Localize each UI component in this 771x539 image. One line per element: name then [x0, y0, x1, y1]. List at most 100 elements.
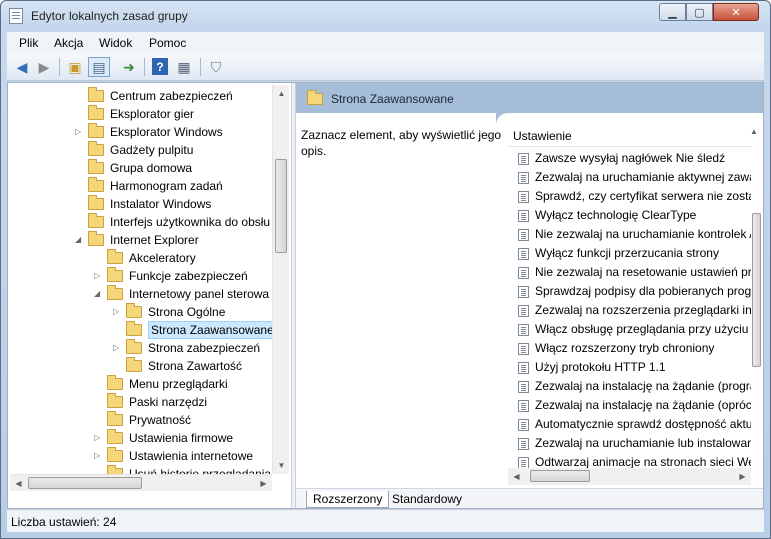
- help-icon[interactable]: ?: [152, 58, 168, 75]
- list-horizontal-scrollbar[interactable]: ◀ ▶: [508, 468, 751, 485]
- tab-standardowy[interactable]: Standardowy: [386, 491, 468, 508]
- list-vertical-scrollbar[interactable]: ▲: [748, 123, 763, 468]
- tree-item[interactable]: Centrum zabezpieczeń: [88, 87, 270, 105]
- scroll-thumb[interactable]: [530, 470, 590, 482]
- list-item[interactable]: Nie zezwalaj na resetowanie ustawień pro: [508, 263, 751, 282]
- list-item[interactable]: Zawsze wysyłaj nagłówek Nie śledź: [508, 149, 751, 168]
- folder-icon: [88, 105, 104, 120]
- tree-item-label: Ustawienia internetowe: [129, 449, 254, 463]
- tree-item[interactable]: Strona Zaawansowane: [126, 321, 277, 339]
- folder-icon: [107, 267, 123, 282]
- tree-item[interactable]: Prywatność: [107, 411, 270, 429]
- tree-item[interactable]: Eksplorator gier: [88, 105, 270, 123]
- show-hide-tree-icon[interactable]: ▤: [88, 57, 110, 77]
- scroll-up-icon[interactable]: ▲: [748, 123, 760, 140]
- list-item[interactable]: Zezwalaj na uruchamianie aktywnej zawa: [508, 168, 751, 187]
- folder-icon: [88, 87, 104, 102]
- expand-arrow-icon[interactable]: ◢: [75, 231, 85, 249]
- export-list-icon[interactable]: ➜: [118, 57, 140, 77]
- list-item[interactable]: Włącz obsługę przeglądania przy użyciu k: [508, 320, 751, 339]
- minimize-button[interactable]: ▁: [659, 3, 686, 21]
- expand-arrow-icon[interactable]: ▷: [94, 429, 104, 447]
- menu-pomoc[interactable]: Pomoc: [149, 36, 186, 50]
- tree-item[interactable]: ◢ Internet Explorer: [75, 231, 270, 249]
- list-item[interactable]: Zezwalaj na instalację na żądanie (progr…: [508, 377, 751, 396]
- expand-arrow-icon[interactable]: ▷: [113, 303, 123, 321]
- list-item[interactable]: Zezwalaj na rozszerzenia przeglądarki in…: [508, 301, 751, 320]
- tree-item[interactable]: ▷ Ustawienia firmowe: [94, 429, 270, 447]
- scroll-left-icon[interactable]: ◀: [10, 475, 27, 492]
- up-folder-icon[interactable]: ▣: [64, 57, 86, 77]
- tree-item[interactable]: Paski narzędzi: [107, 393, 270, 411]
- expand-arrow-icon[interactable]: ◢: [94, 285, 104, 303]
- tree-item[interactable]: Interfejs użytkownika do obsłu: [88, 213, 270, 231]
- list-item[interactable]: Automatycznie sprawdź dostępność aktu: [508, 415, 751, 434]
- policy-setting-icon: [518, 286, 529, 298]
- tree-item-label: Instalator Windows: [110, 197, 212, 211]
- policy-setting-icon: [518, 153, 529, 165]
- title-bar: Edytor lokalnych zasad grupy ▁ ▢ ✕: [1, 1, 770, 31]
- details-pane: Strona Zaawansowane Zaznacz element, aby…: [296, 83, 763, 508]
- close-button[interactable]: ✕: [713, 3, 759, 21]
- list-item-label: Zawsze wysyłaj nagłówek Nie śledź: [535, 151, 726, 165]
- list-item[interactable]: Zezwalaj na uruchamianie lub instalowar: [508, 434, 751, 453]
- tab-rozszerzony[interactable]: Rozszerzony: [306, 491, 390, 508]
- policy-setting-icon: [518, 381, 529, 393]
- list-item[interactable]: Wyłącz technologię ClearType: [508, 206, 751, 225]
- folder-icon: [88, 123, 104, 138]
- properties-icon[interactable]: ▦: [173, 57, 195, 77]
- toolbar-separator: [200, 58, 201, 76]
- menu-plik[interactable]: Plik: [19, 36, 38, 50]
- back-arrow-icon[interactable]: ◀: [11, 57, 33, 77]
- list-item[interactable]: Nie zezwalaj na uruchamianie kontrolek A: [508, 225, 751, 244]
- tree-item[interactable]: Akceleratory: [107, 249, 270, 267]
- tree-item[interactable]: Gadżety pulpitu: [88, 141, 270, 159]
- list-item-label: Użyj protokołu HTTP 1.1: [535, 360, 666, 374]
- list-item[interactable]: Użyj protokołu HTTP 1.1: [508, 358, 751, 377]
- tree-item-label: Menu przeglądarki: [129, 377, 228, 391]
- filter-icon[interactable]: ⛉: [205, 57, 227, 77]
- tree-vertical-scrollbar[interactable]: ▲ ▼: [272, 85, 289, 474]
- folder-icon: [88, 141, 104, 156]
- forward-arrow-icon[interactable]: ▶: [33, 57, 55, 77]
- scroll-thumb[interactable]: [752, 213, 761, 367]
- tree-item[interactable]: Grupa domowa: [88, 159, 270, 177]
- scroll-thumb[interactable]: [28, 477, 142, 489]
- list-item[interactable]: Sprawdź, czy certyfikat serwera nie zost…: [508, 187, 751, 206]
- tree-item[interactable]: ▷ Ustawienia internetowe: [94, 447, 270, 465]
- list-item[interactable]: Wyłącz funkcji przerzucania strony: [508, 244, 751, 263]
- column-header-setting[interactable]: Ustawienie: [508, 123, 751, 147]
- scroll-down-icon[interactable]: ▼: [273, 457, 290, 474]
- tree-item[interactable]: ▷ Strona Ogólne: [113, 303, 270, 321]
- expand-arrow-icon[interactable]: ▷: [113, 339, 123, 357]
- menu-akcja[interactable]: Akcja: [54, 36, 83, 50]
- policy-setting-icon: [518, 362, 529, 374]
- scroll-right-icon[interactable]: ▶: [734, 468, 751, 485]
- scroll-up-icon[interactable]: ▲: [273, 85, 290, 102]
- policy-setting-icon: [518, 400, 529, 412]
- list-item-label: Włącz rozszerzony tryb chroniony: [535, 341, 715, 355]
- tree-item[interactable]: Menu przeglądarki: [107, 375, 270, 393]
- tree-item[interactable]: Instalator Windows: [88, 195, 270, 213]
- scroll-thumb[interactable]: [275, 159, 287, 253]
- maximize-button[interactable]: ▢: [686, 3, 713, 21]
- expand-arrow-icon[interactable]: ▷: [94, 267, 104, 285]
- menu-widok[interactable]: Widok: [99, 36, 132, 50]
- expand-arrow-icon[interactable]: ▷: [75, 123, 85, 141]
- tree-item[interactable]: ◢ Internetowy panel sterowa: [94, 285, 270, 303]
- scroll-left-icon[interactable]: ◀: [508, 468, 525, 485]
- folder-icon: [88, 159, 104, 174]
- scroll-right-icon[interactable]: ▶: [255, 475, 272, 492]
- list-item-label: Automatycznie sprawdź dostępność aktu: [535, 417, 751, 431]
- tree-item[interactable]: ▷ Strona zabezpieczeń: [113, 339, 270, 357]
- list-item[interactable]: Zezwalaj na instalację na żądanie (opróc…: [508, 396, 751, 415]
- list-item[interactable]: Sprawdzaj podpisy dla pobieranych prog: [508, 282, 751, 301]
- details-title: Strona Zaawansowane: [331, 92, 454, 106]
- tree-item[interactable]: ▷ Eksplorator Windows: [75, 123, 270, 141]
- tree-item[interactable]: Strona Zawartość: [126, 357, 270, 375]
- tree-item[interactable]: ▷ Funkcje zabezpieczeń: [94, 267, 270, 285]
- expand-arrow-icon[interactable]: ▷: [94, 447, 104, 465]
- tree-horizontal-scrollbar[interactable]: ◀ ▶: [10, 474, 272, 491]
- list-item[interactable]: Włącz rozszerzony tryb chroniony: [508, 339, 751, 358]
- tree-item[interactable]: Harmonogram zadań: [88, 177, 270, 195]
